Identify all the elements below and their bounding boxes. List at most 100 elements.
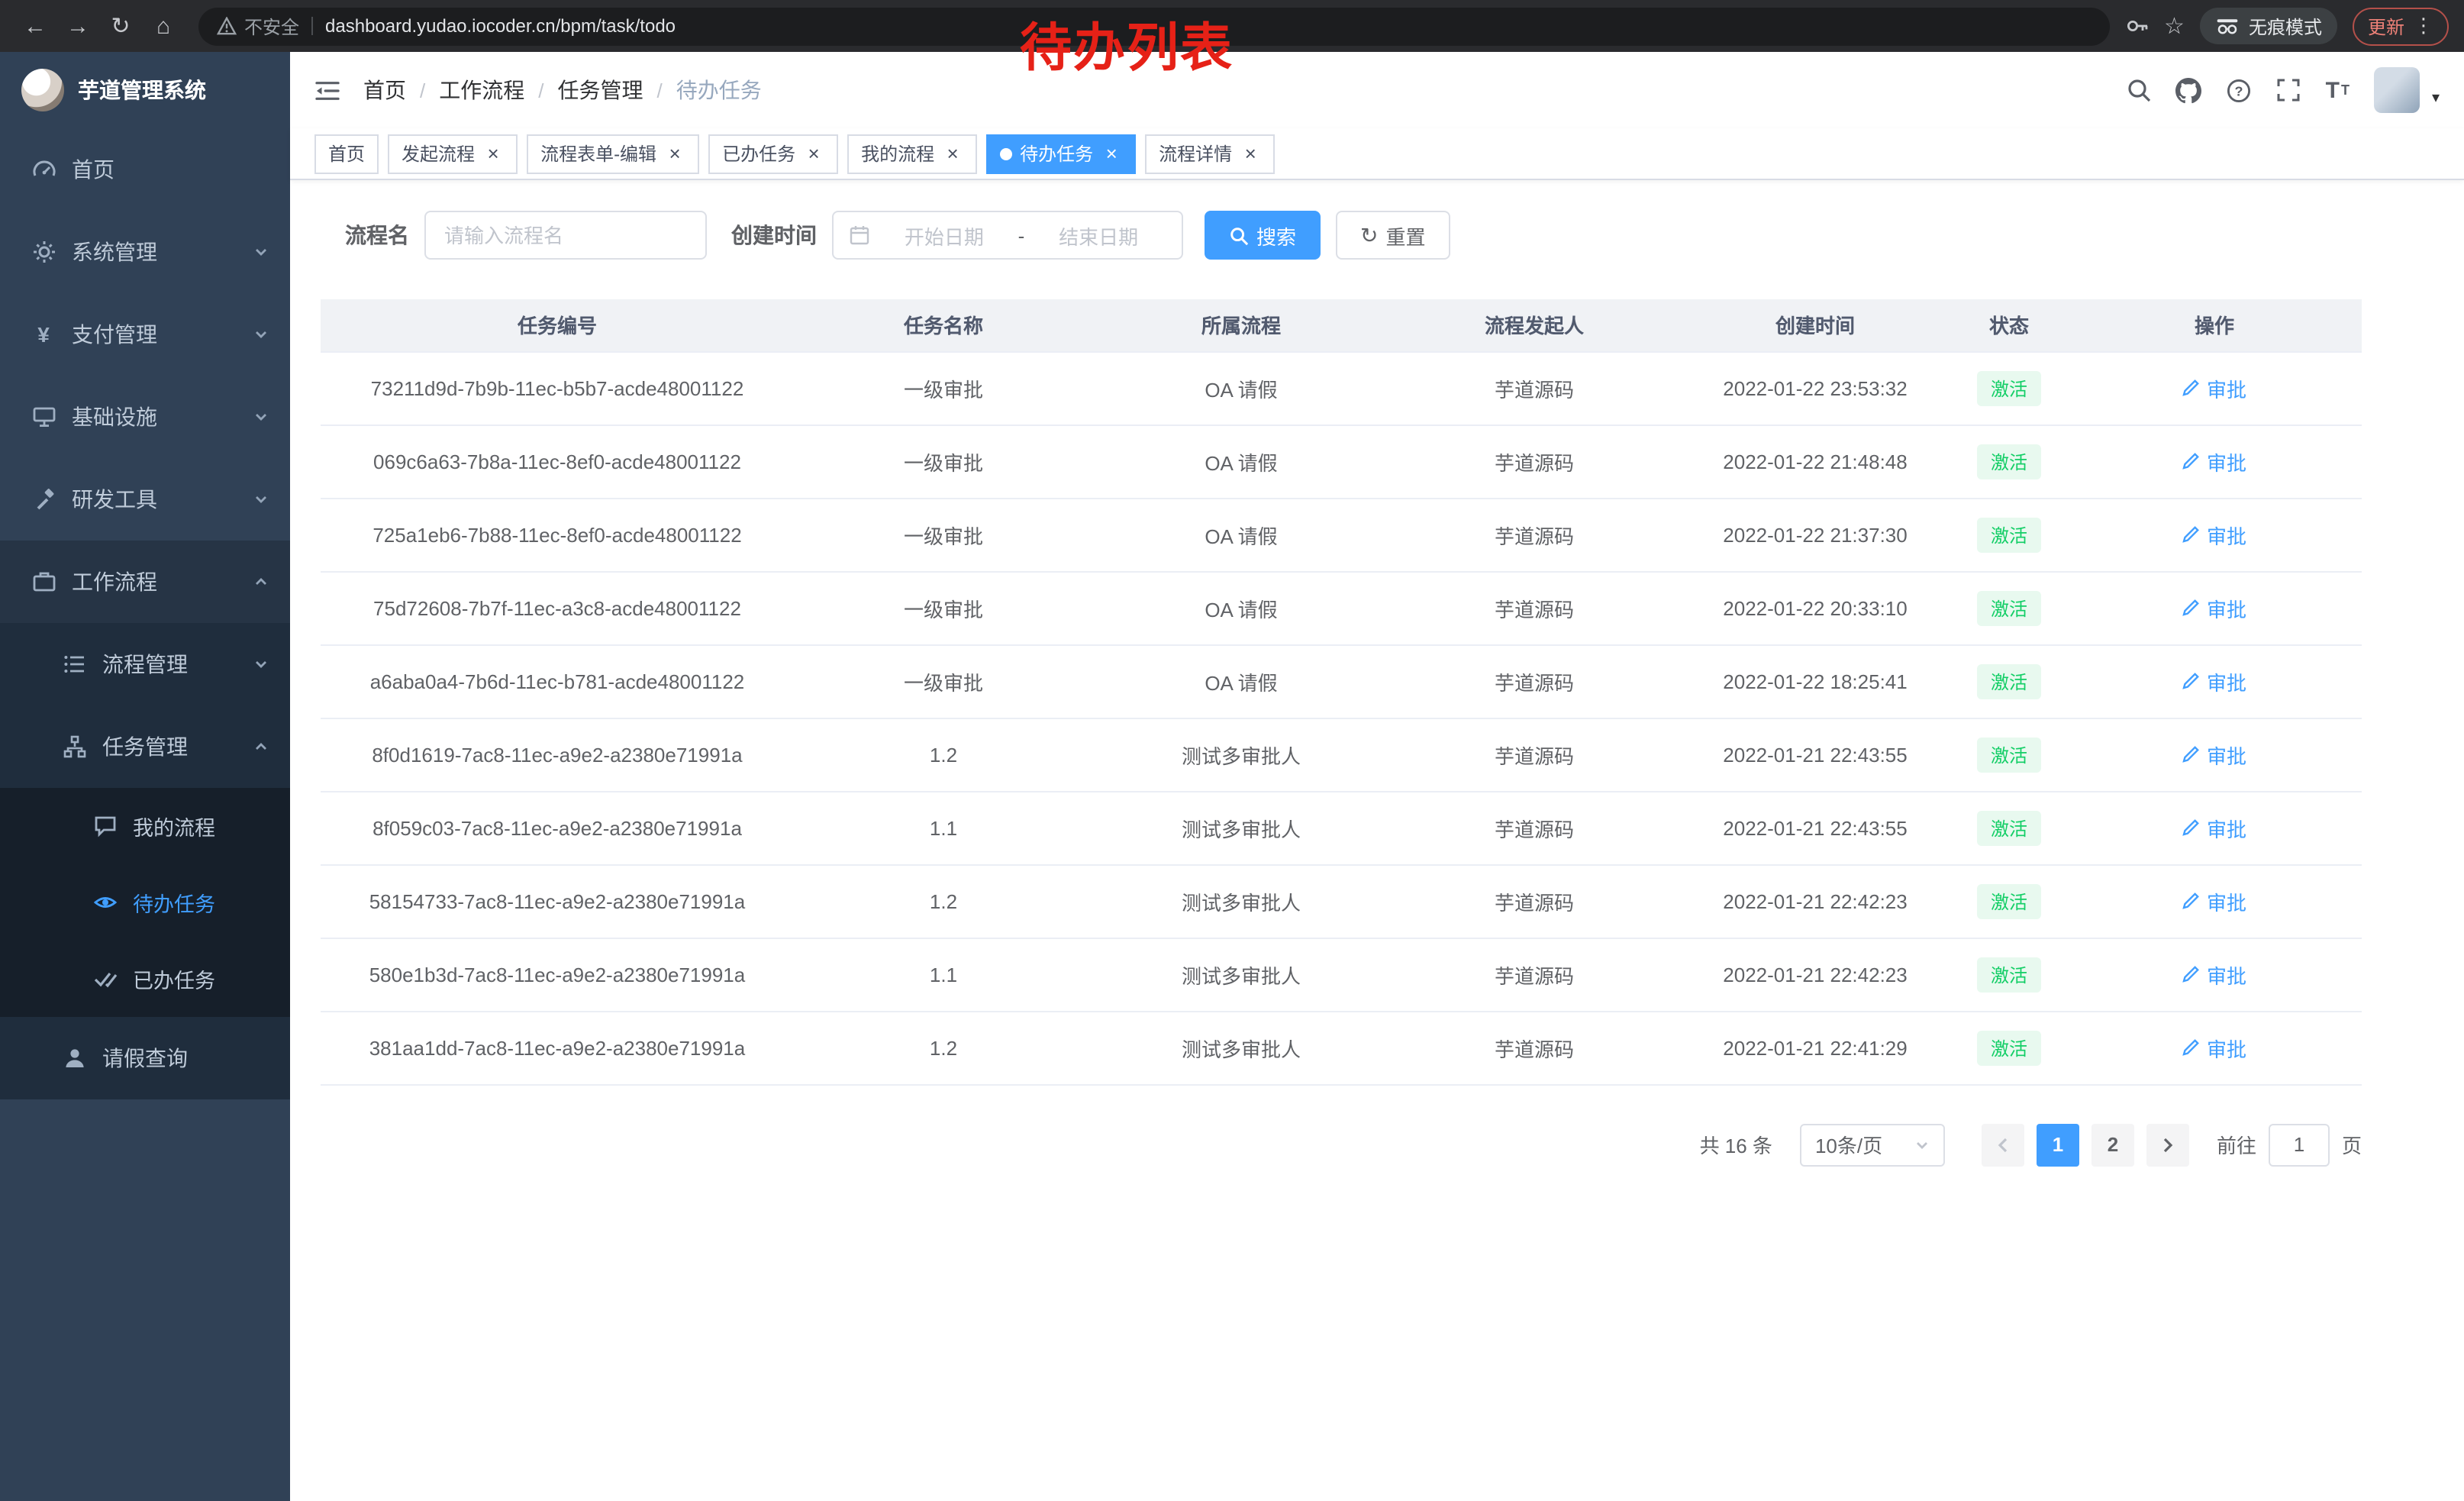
app-logo[interactable]: 芋道管理系统 (0, 52, 290, 128)
sidebar-item-infrastructure[interactable]: 基础设施 (0, 376, 290, 458)
tab-my-processes[interactable]: 我的流程 × (847, 134, 977, 173)
person-icon (61, 1046, 87, 1070)
cell-task-id: 58154733-7ac8-11ec-a9e2-a2380e71991a (321, 864, 794, 938)
reset-button[interactable]: ↻ 重置 (1336, 211, 1450, 260)
table-row: 8f0d1619-7ac8-11ec-a9e2-a2380e71991a 1.2… (321, 718, 2362, 791)
tab-label: 我的流程 (861, 140, 934, 166)
close-icon[interactable]: × (1240, 143, 1261, 164)
approve-button[interactable]: 审批 (2182, 960, 2246, 989)
help-icon[interactable]: ? (2227, 77, 2253, 103)
breadcrumb-task-management[interactable]: 任务管理 (558, 75, 643, 105)
status-badge: 激活 (1977, 517, 2041, 552)
tab-label: 首页 (328, 140, 365, 166)
tab-home[interactable]: 首页 (314, 134, 379, 173)
sidebar-item-todo-tasks[interactable]: 待办任务 (0, 864, 290, 941)
table-row: a6aba0a4-7b6d-11ec-b781-acde48001122 一级审… (321, 644, 2362, 718)
approve-button[interactable]: 审批 (2182, 740, 2246, 769)
back-button[interactable]: ← (15, 6, 55, 46)
forward-button[interactable]: → (58, 6, 98, 46)
sidebar-item-dev-tools[interactable]: 研发工具 (0, 458, 290, 541)
col-task-id: 任务编号 (321, 299, 794, 351)
cell-starter: 芋道源码 (1389, 424, 1679, 498)
sidebar-item-label: 任务管理 (102, 731, 188, 762)
process-name-input[interactable] (424, 211, 707, 260)
sidebar-item-process-management[interactable]: 流程管理 (0, 623, 290, 705)
sidebar-item-my-processes[interactable]: 我的流程 (0, 788, 290, 864)
tab-todo-tasks[interactable]: 待办任务 × (986, 134, 1136, 173)
close-icon[interactable]: × (664, 143, 685, 164)
caret-down-icon[interactable]: ▾ (2432, 90, 2440, 107)
approve-button[interactable]: 审批 (2182, 373, 2246, 402)
cell-task-id: 725a1eb6-7b88-11ec-8ef0-acde48001122 (321, 498, 794, 571)
prev-page-button[interactable] (1982, 1123, 2024, 1166)
col-process: 所属流程 (1093, 299, 1389, 351)
search-icon[interactable] (2127, 78, 2152, 102)
fullscreen-icon[interactable] (2277, 78, 2301, 102)
next-page-button[interactable] (2146, 1123, 2189, 1166)
reset-label: 重置 (1386, 221, 1426, 250)
approve-button[interactable]: 审批 (2182, 447, 2246, 476)
tab-process-form-edit[interactable]: 流程表单-编辑 × (527, 134, 699, 173)
page-button-1[interactable]: 1 (2037, 1123, 2079, 1166)
tab-process-detail[interactable]: 流程详情 × (1145, 134, 1275, 173)
goto-page-input[interactable] (2269, 1123, 2330, 1166)
tab-start-process[interactable]: 发起流程 × (388, 134, 518, 173)
cell-process: 测试多审批人 (1093, 938, 1389, 1011)
yen-icon: ¥ (31, 322, 56, 347)
date-range-picker[interactable]: 开始日期 - 结束日期 (832, 211, 1183, 260)
tab-done-tasks[interactable]: 已办任务 × (708, 134, 838, 173)
sidebar-item-home[interactable]: 首页 (0, 128, 290, 211)
close-icon[interactable]: × (803, 143, 824, 164)
sidebar-item-leave-query[interactable]: 请假查询 (0, 1017, 290, 1099)
pencil-icon (2182, 1038, 2201, 1057)
approve-button[interactable]: 审批 (2182, 813, 2246, 842)
breadcrumb-workflow[interactable]: 工作流程 (439, 75, 524, 105)
pencil-icon (2182, 525, 2201, 544)
cell-starter: 芋道源码 (1389, 791, 1679, 864)
approve-button[interactable]: 审批 (2182, 667, 2246, 696)
home-button[interactable]: ⌂ (144, 6, 183, 46)
github-icon[interactable] (2176, 77, 2202, 103)
reload-button[interactable]: ↻ (101, 6, 140, 46)
close-icon[interactable]: × (942, 143, 963, 164)
close-icon[interactable]: × (1101, 143, 1122, 164)
close-icon[interactable]: × (482, 143, 504, 164)
pencil-icon (2182, 672, 2201, 690)
cell-process: OA 请假 (1093, 571, 1389, 644)
sidebar-item-label: 已办任务 (133, 964, 215, 994)
dashboard-icon (31, 157, 56, 182)
browser-menu-icon[interactable]: ⋮ (2414, 14, 2433, 38)
avatar[interactable] (2374, 67, 2420, 113)
range-separator: - (1018, 224, 1025, 247)
breadcrumb-home[interactable]: 首页 (363, 75, 406, 105)
sidebar-item-task-management[interactable]: 任务管理 (0, 705, 290, 788)
cell-create-time: 2022-01-22 20:33:10 (1679, 571, 1951, 644)
font-size-icon[interactable]: TT (2326, 79, 2350, 102)
pencil-icon (2182, 452, 2201, 470)
cell-create-time: 2022-01-22 18:25:41 (1679, 644, 1951, 718)
page-button-2[interactable]: 2 (2091, 1123, 2134, 1166)
sidebar-item-payment-management[interactable]: ¥ 支付管理 (0, 293, 290, 376)
password-key-icon[interactable] (2124, 14, 2149, 38)
page-size-select[interactable]: 10条/页 (1800, 1123, 1945, 1166)
cell-process: 测试多审批人 (1093, 1011, 1389, 1084)
screen: ← → ↻ ⌂ 不安全 dashboard.yudao.iocoder.cn/b… (0, 0, 2464, 1501)
cell-task-id: 73211d9d-7b9b-11ec-b5b7-acde48001122 (321, 351, 794, 424)
annotation-overlay: 待办列表 (1020, 6, 1234, 81)
filter-bar: 流程名 创建时间 开始日期 - 结束日期 搜索 ↻ (321, 211, 2433, 260)
sidebar-item-done-tasks[interactable]: 已办任务 (0, 941, 290, 1017)
sidebar-collapse-icon[interactable] (314, 79, 340, 102)
approve-button[interactable]: 审批 (2182, 520, 2246, 549)
update-chip[interactable]: 更新 ⋮ (2353, 7, 2449, 45)
approve-button[interactable]: 审批 (2182, 886, 2246, 915)
search-button[interactable]: 搜索 (1205, 211, 1321, 260)
bookmark-star-icon[interactable]: ☆ (2164, 12, 2185, 40)
approve-button[interactable]: 审批 (2182, 1033, 2246, 1062)
status-badge: 激活 (1977, 370, 2041, 405)
approve-button[interactable]: 审批 (2182, 593, 2246, 622)
security-warning[interactable]: 不安全 (217, 13, 299, 39)
cell-task-id: a6aba0a4-7b6d-11ec-b781-acde48001122 (321, 644, 794, 718)
sidebar-item-workflow[interactable]: 工作流程 (0, 541, 290, 623)
cell-starter: 芋道源码 (1389, 938, 1679, 1011)
sidebar-item-system-management[interactable]: 系统管理 (0, 211, 290, 293)
